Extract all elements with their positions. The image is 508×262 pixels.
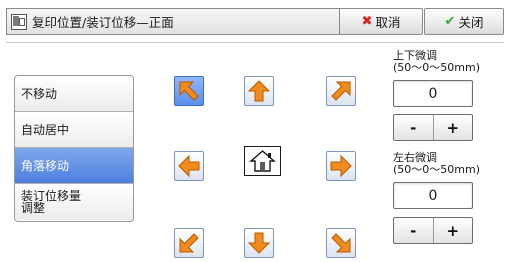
page-title: 复印位置/装订位移—正面: [32, 15, 174, 30]
arrow-up-right-icon: [331, 81, 351, 101]
shift-mode-list: 不移动 自动居中 角落移动 装订位移量 调整: [14, 75, 134, 222]
option-auto-center[interactable]: 自动居中: [15, 112, 133, 148]
arrow-right-button[interactable]: [326, 151, 356, 181]
option-binding-shift-adjust[interactable]: 装订位移量 调整: [15, 184, 133, 220]
close-button[interactable]: ✔ 关闭: [424, 8, 504, 35]
close-label: 关闭: [458, 15, 484, 30]
arrow-down-icon: [247, 232, 271, 254]
option-label: 不移动: [21, 87, 58, 101]
vertical-increase-button[interactable]: +: [434, 115, 473, 140]
home-position-button[interactable]: [244, 146, 281, 176]
arrow-down-right-icon: [331, 233, 351, 253]
option-label: 角落移动: [21, 159, 70, 173]
horizontal-adjust-label: 左右微调: [393, 151, 437, 164]
arrow-down-button[interactable]: [244, 228, 274, 258]
cancel-label: 取消: [375, 15, 401, 30]
horizontal-adjust-range: (50～0～50mm): [393, 163, 481, 176]
horizontal-decrease-button[interactable]: -: [394, 218, 434, 243]
arrow-up-button[interactable]: [244, 76, 274, 106]
arrow-up-right-button[interactable]: [326, 76, 356, 106]
arrow-up-icon: [247, 80, 271, 102]
option-no-shift[interactable]: 不移动: [15, 76, 133, 112]
arrow-up-left-icon: [179, 81, 199, 101]
vertical-adjust-stepper: - +: [393, 114, 473, 141]
vertical-adjust-label: 上下微调: [393, 49, 437, 62]
title-bar: 复印位置/装订位移—正面: [6, 8, 340, 35]
divider: [6, 42, 504, 43]
option-label: 自动居中: [21, 123, 70, 137]
arrow-down-left-icon: [179, 233, 199, 253]
option-label-line2: 调整: [21, 201, 46, 215]
arrow-left-icon: [178, 154, 200, 178]
arrow-right-icon: [330, 154, 352, 178]
copy-position-icon: [11, 13, 27, 30]
home-icon: [249, 150, 276, 172]
vertical-adjust-value[interactable]: 0: [393, 80, 473, 107]
arrow-down-left-button[interactable]: [174, 228, 204, 258]
arrow-left-button[interactable]: [174, 151, 204, 181]
vertical-adjust-range: (50～0～50mm): [393, 61, 481, 74]
cancel-button[interactable]: ✖ 取消: [339, 8, 423, 35]
horizontal-adjust-value[interactable]: 0: [393, 182, 473, 209]
dialog-frame: 复印位置/装订位移—正面 ✖ 取消 ✔ 关闭 不移动 自动居中 角落移动 装订位…: [0, 0, 508, 262]
vertical-decrease-button[interactable]: -: [394, 115, 434, 140]
option-corner-shift[interactable]: 角落移动: [15, 148, 133, 184]
check-icon: ✔: [444, 14, 456, 29]
close-x-icon: ✖: [361, 14, 373, 29]
arrow-down-right-button[interactable]: [326, 228, 356, 258]
horizontal-increase-button[interactable]: +: [434, 218, 473, 243]
horizontal-adjust-stepper: - +: [393, 217, 473, 244]
arrow-up-left-button[interactable]: [174, 76, 204, 106]
